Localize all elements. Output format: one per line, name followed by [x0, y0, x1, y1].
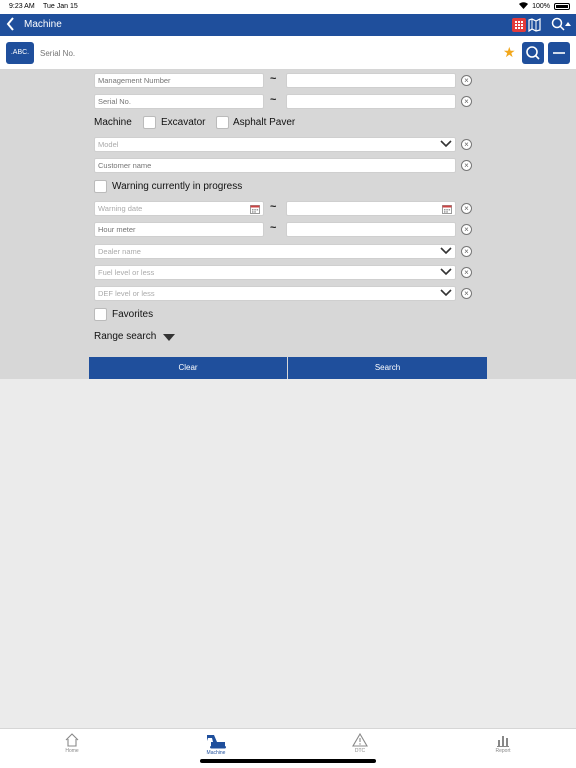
clear-button[interactable]: Clear: [89, 357, 287, 379]
warning-date-to[interactable]: [286, 201, 456, 216]
favorite-star-icon[interactable]: ★: [503, 44, 516, 61]
clear-def-level-icon[interactable]: ×: [461, 288, 472, 299]
search-bar: .ABC. ★: [0, 36, 576, 70]
excavator-checkbox[interactable]: [143, 116, 156, 129]
range-tilde: ~: [270, 222, 277, 234]
favorites-checkbox[interactable]: [94, 308, 107, 321]
clear-dealer-name-icon[interactable]: ×: [461, 246, 472, 257]
wifi-icon: [519, 2, 529, 11]
status-date: Tue Jan 15: [43, 3, 78, 10]
range-tilde: ~: [270, 201, 277, 213]
chevron-down-icon: [440, 268, 452, 276]
clear-management-number-icon[interactable]: ×: [461, 75, 472, 86]
range-tilde: ~: [270, 94, 277, 106]
tab-dtc-label: DTC: [354, 748, 366, 754]
fuel-level-select[interactable]: Fuel level or less: [94, 265, 456, 280]
search-icon: [551, 17, 571, 31]
chevron-down-icon: [440, 289, 452, 297]
hour-meter-to[interactable]: [286, 222, 456, 237]
search-submit-button[interactable]: [522, 42, 544, 64]
excavator-icon: [207, 735, 226, 749]
model-select[interactable]: Model: [94, 137, 456, 152]
page-title: Machine: [24, 19, 62, 30]
fuel-level-text: Fuel level or less: [98, 268, 155, 277]
calendar-icon: [250, 205, 260, 214]
home-indicator: [200, 759, 376, 763]
management-number-to[interactable]: [286, 73, 456, 88]
warning-label: Warning currently in progress: [112, 181, 243, 192]
chevron-down-icon: [440, 247, 452, 255]
clear-model-icon[interactable]: ×: [461, 139, 472, 150]
warning-date-text: Warning date: [98, 204, 143, 213]
list-view-button[interactable]: [512, 18, 526, 32]
hour-meter-from[interactable]: [94, 222, 264, 237]
def-level-text: DEF level or less: [98, 289, 155, 298]
search-toggle-button[interactable]: [551, 17, 571, 33]
status-time: 9:23 AM: [9, 3, 35, 10]
range-search-toggle[interactable]: Range search: [94, 331, 156, 342]
def-level-select[interactable]: DEF level or less: [94, 286, 456, 301]
tab-dtc[interactable]: DTC: [330, 733, 390, 754]
collapse-button[interactable]: [548, 42, 570, 64]
tab-home-label: Home: [65, 748, 79, 754]
management-number-from[interactable]: [94, 73, 264, 88]
asphalt-paver-checkbox[interactable]: [216, 116, 229, 129]
clear-warning-date-icon[interactable]: ×: [461, 203, 472, 214]
caret-down-icon[interactable]: [163, 334, 175, 341]
clear-customer-name-icon[interactable]: ×: [461, 160, 472, 171]
clear-hour-meter-icon[interactable]: ×: [461, 224, 472, 235]
battery-percent: 100%: [532, 3, 550, 10]
excavator-label: Excavator: [161, 117, 206, 128]
machine-label: Machine: [94, 117, 132, 128]
grid-icon: [515, 21, 523, 29]
bar-chart-icon: [497, 736, 509, 747]
asphalt-paver-label: Asphalt Paver: [233, 117, 296, 128]
nav-bar: Machine: [0, 14, 576, 36]
chevron-down-icon: [440, 140, 452, 148]
serial-no-from[interactable]: [94, 94, 264, 109]
favorites-label: Favorites: [112, 309, 154, 320]
back-chevron-icon[interactable]: [6, 17, 15, 34]
map-icon: [528, 18, 541, 33]
tab-machine-label: Machine: [206, 750, 226, 756]
filter-form: ~ × ~ × Machine Excavator Asphalt Paver …: [0, 70, 576, 379]
status-right: 100%: [519, 2, 570, 11]
tab-machine[interactable]: Machine: [186, 733, 246, 756]
warning-date-from[interactable]: Warning date: [94, 201, 264, 216]
serial-search-input[interactable]: [37, 42, 521, 64]
dealer-name-select[interactable]: Dealer name: [94, 244, 456, 259]
range-tilde: ~: [270, 73, 277, 85]
tab-report-label: Report: [495, 748, 511, 754]
magnifier-icon: [526, 46, 540, 60]
map-view-button[interactable]: [528, 18, 541, 33]
clear-fuel-level-icon[interactable]: ×: [461, 267, 472, 278]
home-icon: [65, 733, 79, 747]
minus-icon: [553, 52, 565, 54]
search-mode-button[interactable]: .ABC.: [6, 42, 34, 64]
tab-report[interactable]: Report: [473, 733, 533, 754]
warning-checkbox[interactable]: [94, 180, 107, 193]
clear-serial-no-icon[interactable]: ×: [461, 96, 472, 107]
warning-icon: [352, 733, 368, 747]
battery-icon: [554, 3, 570, 10]
search-button[interactable]: Search: [288, 357, 487, 379]
status-bar: 9:23 AM Tue Jan 15 100%: [0, 0, 576, 14]
tab-home[interactable]: Home: [42, 733, 102, 754]
calendar-icon: [442, 205, 452, 214]
dealer-name-text: Dealer name: [98, 247, 141, 256]
serial-no-to[interactable]: [286, 94, 456, 109]
customer-name-input[interactable]: [94, 158, 456, 173]
model-select-text: Model: [98, 140, 119, 149]
